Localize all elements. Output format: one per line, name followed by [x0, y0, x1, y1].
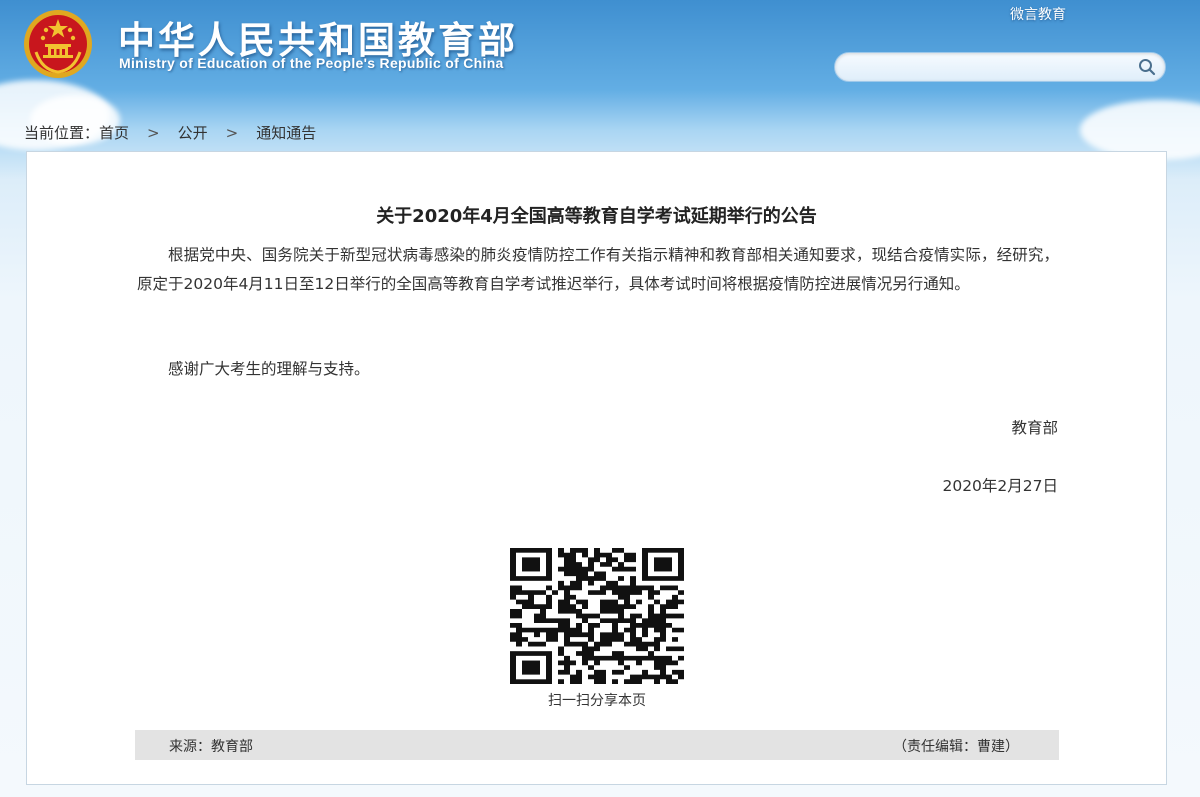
wechat-link[interactable]: 微言教育	[1010, 4, 1066, 24]
site-header: 中华人民共和国教育部 Ministry of Education of the …	[0, 0, 1200, 115]
site-subtitle: Ministry of Education of the People's Re…	[119, 55, 504, 71]
qr-caption: 扫一扫分享本页	[548, 693, 646, 709]
article-paragraph: 根据党中央、国务院关于新型冠状病毒感染的肺炎疫情防控工作有关指示精神和教育部相关…	[137, 246, 1059, 293]
article-source: 来源：教育部	[169, 739, 253, 755]
breadcrumb-home[interactable]: 首页	[99, 122, 129, 143]
article-date: 2020年2月27日	[942, 477, 1058, 495]
breadcrumb-prefix: 当前位置：	[24, 124, 100, 142]
breadcrumb-separator: >	[225, 123, 239, 142]
article-signature: 教育部	[1011, 419, 1058, 437]
search-icon[interactable]	[1137, 57, 1157, 77]
article-paragraph: 感谢广大考生的理解与支持。	[168, 360, 370, 378]
breadcrumb: 当前位置： 首页 > 公开 > 通知通告	[24, 122, 316, 143]
article-title: 关于2020年4月全国高等教育自学考试延期举行的公告	[376, 206, 817, 227]
national-emblem-icon	[24, 10, 92, 78]
breadcrumb-public[interactable]: 公开	[178, 122, 208, 143]
article-editor: （责任编辑：曹建）	[893, 739, 1019, 755]
breadcrumb-notices[interactable]: 通知通告	[256, 122, 316, 143]
breadcrumb-separator: >	[147, 123, 160, 142]
article-panel: 关于2020年4月全国高等教育自学考试延期举行的公告 根据党中央、国务院关于新型…	[26, 151, 1167, 785]
article-footer: 来源：教育部 （责任编辑：曹建）	[135, 730, 1059, 760]
qr-code	[510, 548, 684, 684]
search-box	[834, 52, 1166, 82]
search-input[interactable]	[847, 57, 1121, 79]
